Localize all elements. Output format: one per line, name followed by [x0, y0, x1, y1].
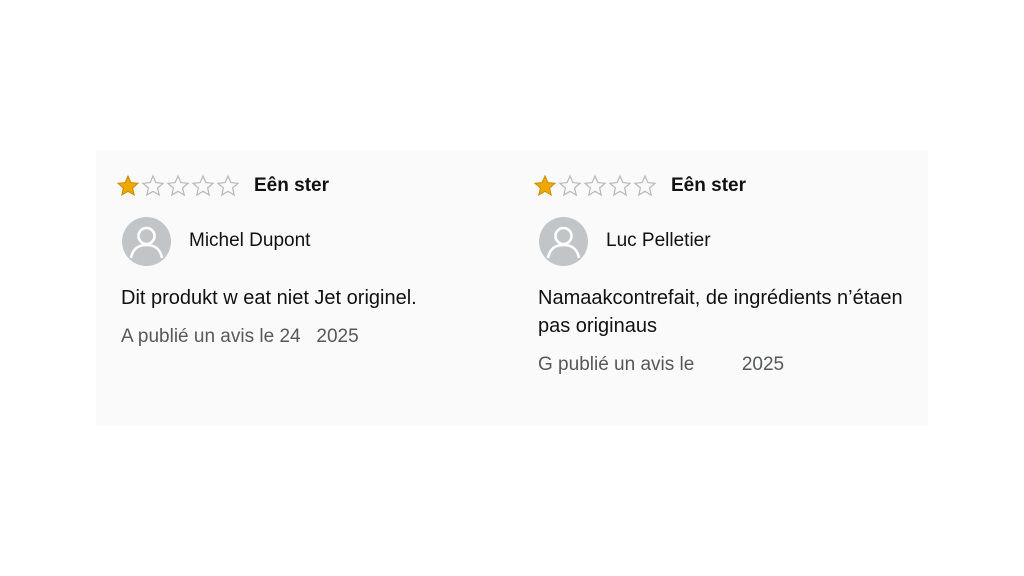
rating-row: Eên ster: [116, 172, 516, 200]
review-card: Eên ster Michel Dupont Dit produkt w eat…: [116, 172, 516, 348]
star-rating: [533, 174, 657, 198]
star-filled-icon: [533, 174, 557, 197]
reviews-panel: Eên ster Michel Dupont Dit produkt w eat…: [96, 150, 928, 426]
reviewer-name[interactable]: Luc Pelletier: [606, 230, 711, 252]
star-empty-icon: [583, 174, 607, 197]
rating-row: Eên ster: [533, 172, 933, 200]
star-empty-icon: [166, 174, 190, 197]
review-date: G publié un avis le 2025: [538, 354, 785, 375]
rating-label: Eên ster: [671, 175, 746, 196]
user-silhouette-icon: [539, 216, 588, 266]
rating-label: Eên ster: [254, 175, 329, 196]
star-empty-icon: [191, 174, 215, 197]
review-text: Namaakcontrefait, de ingrédients n’étaen…: [538, 287, 903, 337]
star-empty-icon: [141, 174, 165, 197]
user-silhouette-icon: [122, 216, 171, 266]
reviewer-name[interactable]: Michel Dupont: [189, 230, 310, 252]
star-empty-icon: [608, 174, 632, 197]
star-rating: [116, 174, 240, 198]
reviewer-profile[interactable]: Michel Dupont: [116, 216, 516, 266]
review-card: Eên ster Luc Pelletier Namaakcontrefait,…: [533, 172, 933, 376]
review-text: Dit produkt w eat niet Jet originel.: [121, 287, 417, 309]
review-date: A publié un avis le 24 2025: [121, 326, 359, 347]
star-empty-icon: [633, 174, 657, 197]
star-empty-icon: [558, 174, 582, 197]
star-empty-icon: [216, 174, 240, 197]
star-filled-icon: [116, 174, 140, 197]
reviewer-profile[interactable]: Luc Pelletier: [533, 216, 933, 266]
